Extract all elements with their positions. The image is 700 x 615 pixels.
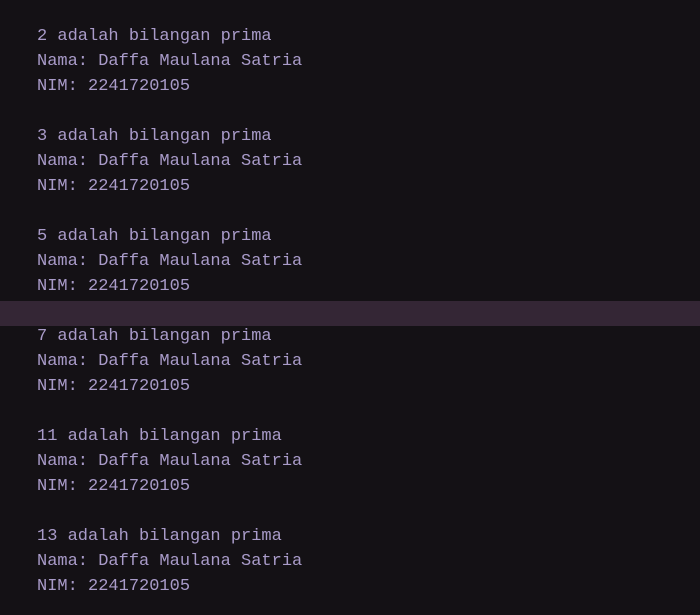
output-line-blank <box>37 299 302 324</box>
output-line-name: Nama: Daffa Maulana Satria <box>37 252 303 271</box>
output-line-prime: 13 adalah bilangan prima <box>37 527 282 546</box>
output-line-nim: NIM: 2241720105 <box>37 477 191 496</box>
output-line-blank <box>37 199 302 224</box>
output-line-prime: 5 adalah bilangan prima <box>37 227 272 246</box>
output-line-prime: 7 adalah bilangan prima <box>37 327 272 346</box>
output-line-nim: NIM: 2241720105 <box>37 177 191 196</box>
output-line-nim: NIM: 2241720105 <box>37 277 191 296</box>
output-line-nim: NIM: 2241720105 <box>37 377 191 396</box>
output-line-prime: 3 adalah bilangan prima <box>37 127 272 146</box>
output-line-nim: NIM: 2241720105 <box>37 77 191 96</box>
output-line-name: Nama: Daffa Maulana Satria <box>37 352 303 371</box>
terminal-output-panel[interactable]: 2 adalah bilangan prima Nama: Daffa Maul… <box>0 0 700 615</box>
output-line-blank <box>37 99 302 124</box>
output-line-prime: 11 adalah bilangan prima <box>37 427 282 446</box>
output-line-blank <box>37 499 302 524</box>
output-line-nim: NIM: 2241720105 <box>37 577 191 596</box>
output-line-name: Nama: Daffa Maulana Satria <box>37 552 303 571</box>
output-lines: 2 adalah bilangan prima Nama: Daffa Maul… <box>37 24 302 599</box>
output-line-prime: 2 adalah bilangan prima <box>37 27 272 46</box>
output-line-name: Nama: Daffa Maulana Satria <box>37 52 303 71</box>
output-line-name: Nama: Daffa Maulana Satria <box>37 452 303 471</box>
output-line-name: Nama: Daffa Maulana Satria <box>37 152 303 171</box>
output-line-blank <box>37 399 302 424</box>
